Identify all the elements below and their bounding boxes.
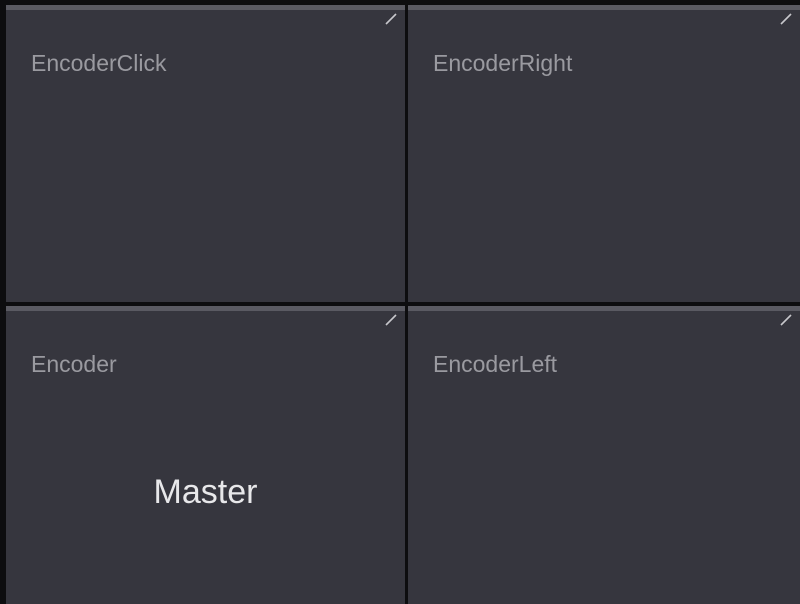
tile-encoder-left[interactable]: EncoderLeft <box>408 306 800 604</box>
tile-encoder-click[interactable]: EncoderClick <box>6 5 405 302</box>
tile-title: Encoder <box>31 351 117 377</box>
tile-title: EncoderClick <box>31 50 167 76</box>
tile-title: EncoderLeft <box>433 351 558 377</box>
tile-value: Master <box>153 473 258 511</box>
edit-pencil-icon[interactable] <box>778 313 794 327</box>
tile-encoder[interactable]: Encoder Master <box>6 306 405 604</box>
tile-encoder-right[interactable]: EncoderRight <box>408 5 800 302</box>
tile-title: EncoderRight <box>433 50 573 76</box>
edit-pencil-icon[interactable] <box>383 313 399 327</box>
edit-pencil-icon[interactable] <box>383 12 399 26</box>
encoder-grid: EncoderClick EncoderRight Encoder Master… <box>0 0 800 604</box>
edit-pencil-icon[interactable] <box>778 12 794 26</box>
